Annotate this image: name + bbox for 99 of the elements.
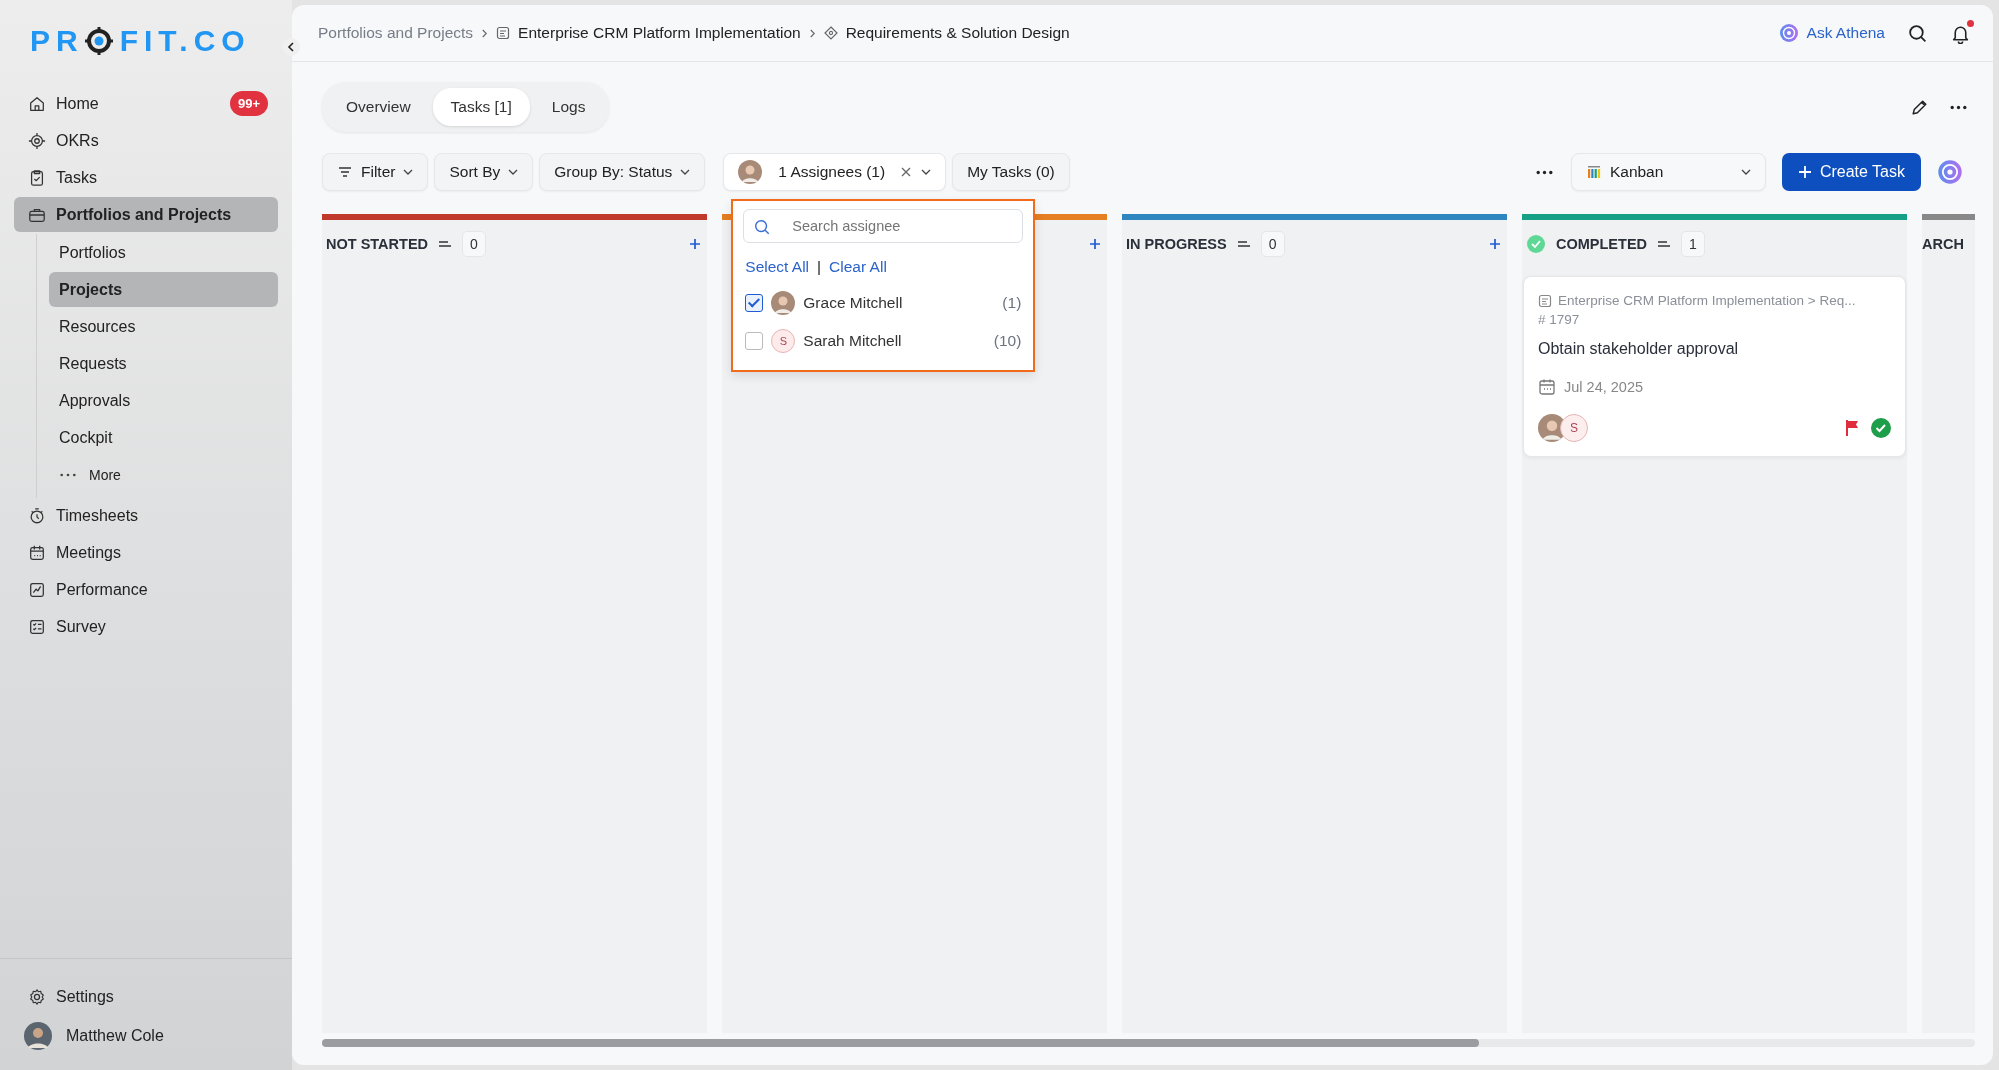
separator: | bbox=[817, 258, 822, 276]
checkbox[interactable] bbox=[745, 332, 764, 350]
add-icon[interactable] bbox=[1489, 238, 1501, 250]
task-count: (1) bbox=[1002, 294, 1022, 312]
home-icon bbox=[28, 94, 46, 113]
create-task-button[interactable]: Create Task bbox=[1781, 153, 1921, 191]
more-icon bbox=[59, 471, 77, 478]
filter-button[interactable]: Filter bbox=[322, 153, 429, 191]
assignee-name[interactable]: Sarah Mitchell bbox=[803, 332, 986, 350]
nav-item[interactable]: Home 99+ bbox=[14, 86, 278, 121]
nav-item[interactable]: Survey bbox=[14, 609, 278, 644]
chart-icon bbox=[28, 580, 46, 599]
count-badge: 0 bbox=[462, 231, 486, 257]
collapse-icon[interactable] bbox=[1236, 239, 1251, 249]
target-icon bbox=[28, 131, 46, 150]
chevron-icon bbox=[286, 42, 296, 52]
sort-button[interactable]: Sort By bbox=[434, 153, 534, 191]
clipboard-icon bbox=[28, 168, 46, 187]
settings-item[interactable]: Settings bbox=[14, 979, 278, 1014]
task-path: Enterprise CRM Platform Implementation > Req... bbox=[1558, 293, 1856, 308]
chevron-icon bbox=[808, 28, 816, 38]
breadcrumb-link[interactable]: Enterprise CRM Platform Implementation bbox=[518, 24, 801, 42]
select-all-link[interactable]: Select All bbox=[745, 258, 810, 276]
chevron-icon bbox=[481, 28, 489, 38]
scrollbar[interactable] bbox=[322, 1039, 1975, 1047]
count-badge: 0 bbox=[1260, 231, 1285, 257]
collapse-button[interactable] bbox=[282, 38, 300, 56]
plus-icon bbox=[1797, 165, 1812, 179]
document-icon bbox=[496, 26, 511, 40]
avatar-icon bbox=[24, 1022, 52, 1050]
column-title: IN PROGRESS bbox=[1126, 236, 1227, 252]
caret-icon bbox=[680, 169, 691, 175]
search-icon bbox=[753, 218, 772, 236]
my-tasks-button[interactable]: My Tasks (0) bbox=[952, 153, 1070, 191]
more-item[interactable]: More bbox=[49, 457, 278, 492]
search-field[interactable]: Search assignee bbox=[743, 209, 1024, 243]
group-by-button[interactable]: Group By: Status bbox=[539, 153, 706, 191]
checkbox[interactable] bbox=[745, 294, 764, 312]
nav-item[interactable]: Portfolios and Projects bbox=[14, 197, 278, 232]
logo-text: FIT.CO bbox=[119, 24, 251, 58]
document-icon bbox=[1538, 293, 1552, 308]
assignee-name[interactable]: Grace Mitchell bbox=[803, 294, 995, 312]
nav-item[interactable]: Timesheets bbox=[14, 498, 278, 533]
nav-subitem[interactable]: Resources bbox=[49, 309, 278, 344]
task-card[interactable]: Enterprise CRM Platform Implementation > Req... # 1797 Obtain stakeholder approval Jul 24, 2025 S bbox=[1523, 276, 1906, 457]
collapse-icon[interactable] bbox=[1657, 239, 1672, 249]
list-icon bbox=[28, 617, 46, 636]
view-select[interactable]: Kanban bbox=[1570, 153, 1766, 191]
collapse-icon[interactable] bbox=[438, 239, 453, 249]
ask-athena-button[interactable]: Ask Athena bbox=[1778, 23, 1885, 43]
nav-item[interactable]: Performance bbox=[14, 572, 278, 607]
caret-icon bbox=[1740, 169, 1751, 175]
avatar-initial: S bbox=[1560, 414, 1588, 442]
nav-subitem[interactable]: Projects bbox=[49, 272, 278, 307]
search-icon[interactable] bbox=[1907, 22, 1928, 44]
user-profile[interactable]: Matthew Cole bbox=[14, 1016, 278, 1050]
task-title: Obtain stakeholder approval bbox=[1538, 340, 1740, 358]
tab[interactable]: Tasks [1] bbox=[432, 88, 530, 126]
nav-subitem[interactable]: Portfolios bbox=[49, 235, 278, 270]
add-icon[interactable] bbox=[1089, 238, 1101, 250]
tab[interactable]: Logs bbox=[533, 88, 604, 126]
caret-icon bbox=[921, 169, 932, 175]
column-title: ARCH bbox=[1922, 236, 1964, 252]
count-badge: 1 bbox=[1681, 231, 1705, 257]
breadcrumb-link[interactable]: Requirements & Solution Design bbox=[845, 24, 1070, 42]
calendar-icon bbox=[28, 543, 46, 562]
calendar-icon bbox=[1538, 378, 1556, 396]
caret-icon bbox=[508, 169, 519, 175]
close-icon[interactable] bbox=[901, 167, 912, 177]
task-count: (10) bbox=[993, 332, 1022, 350]
nav-item[interactable]: Meetings bbox=[14, 535, 278, 570]
nav-subitem[interactable]: Requests bbox=[49, 346, 278, 381]
assignee-filter-button[interactable]: 1 Assignees (1) bbox=[723, 153, 947, 191]
avatar-initial: S bbox=[771, 329, 796, 353]
target-icon bbox=[1778, 23, 1799, 43]
column-title: NOT STARTED bbox=[326, 236, 429, 252]
clear-all-link[interactable]: Clear All bbox=[829, 258, 887, 276]
avatar-icon bbox=[771, 291, 796, 315]
column-title: COMPLETED bbox=[1556, 236, 1648, 252]
due-date: Jul 24, 2025 bbox=[1564, 379, 1643, 395]
avatar-icon bbox=[738, 160, 763, 184]
board-icon bbox=[1585, 164, 1602, 180]
filter-icon bbox=[337, 164, 353, 180]
notification-badge: 99+ bbox=[229, 91, 268, 116]
nav-item[interactable]: Tasks bbox=[14, 160, 278, 195]
tab[interactable]: Overview bbox=[328, 88, 429, 126]
stopwatch-icon bbox=[28, 506, 46, 525]
task-id: # 1797 bbox=[1538, 312, 1581, 327]
nav-subitem[interactable]: Approvals bbox=[49, 383, 278, 418]
breadcrumb-link[interactable]: Portfolios and Projects bbox=[318, 24, 474, 42]
nav-item[interactable]: OKRs bbox=[14, 123, 278, 158]
logo-text: PR bbox=[30, 24, 84, 58]
diamond-icon bbox=[823, 26, 838, 40]
target-icon[interactable] bbox=[1937, 159, 1963, 185]
nav-subitem[interactable]: Cockpit bbox=[49, 420, 278, 455]
settings-icon bbox=[28, 987, 46, 1006]
target-icon bbox=[83, 26, 114, 56]
add-icon[interactable] bbox=[689, 238, 701, 250]
caret-icon bbox=[403, 169, 414, 175]
